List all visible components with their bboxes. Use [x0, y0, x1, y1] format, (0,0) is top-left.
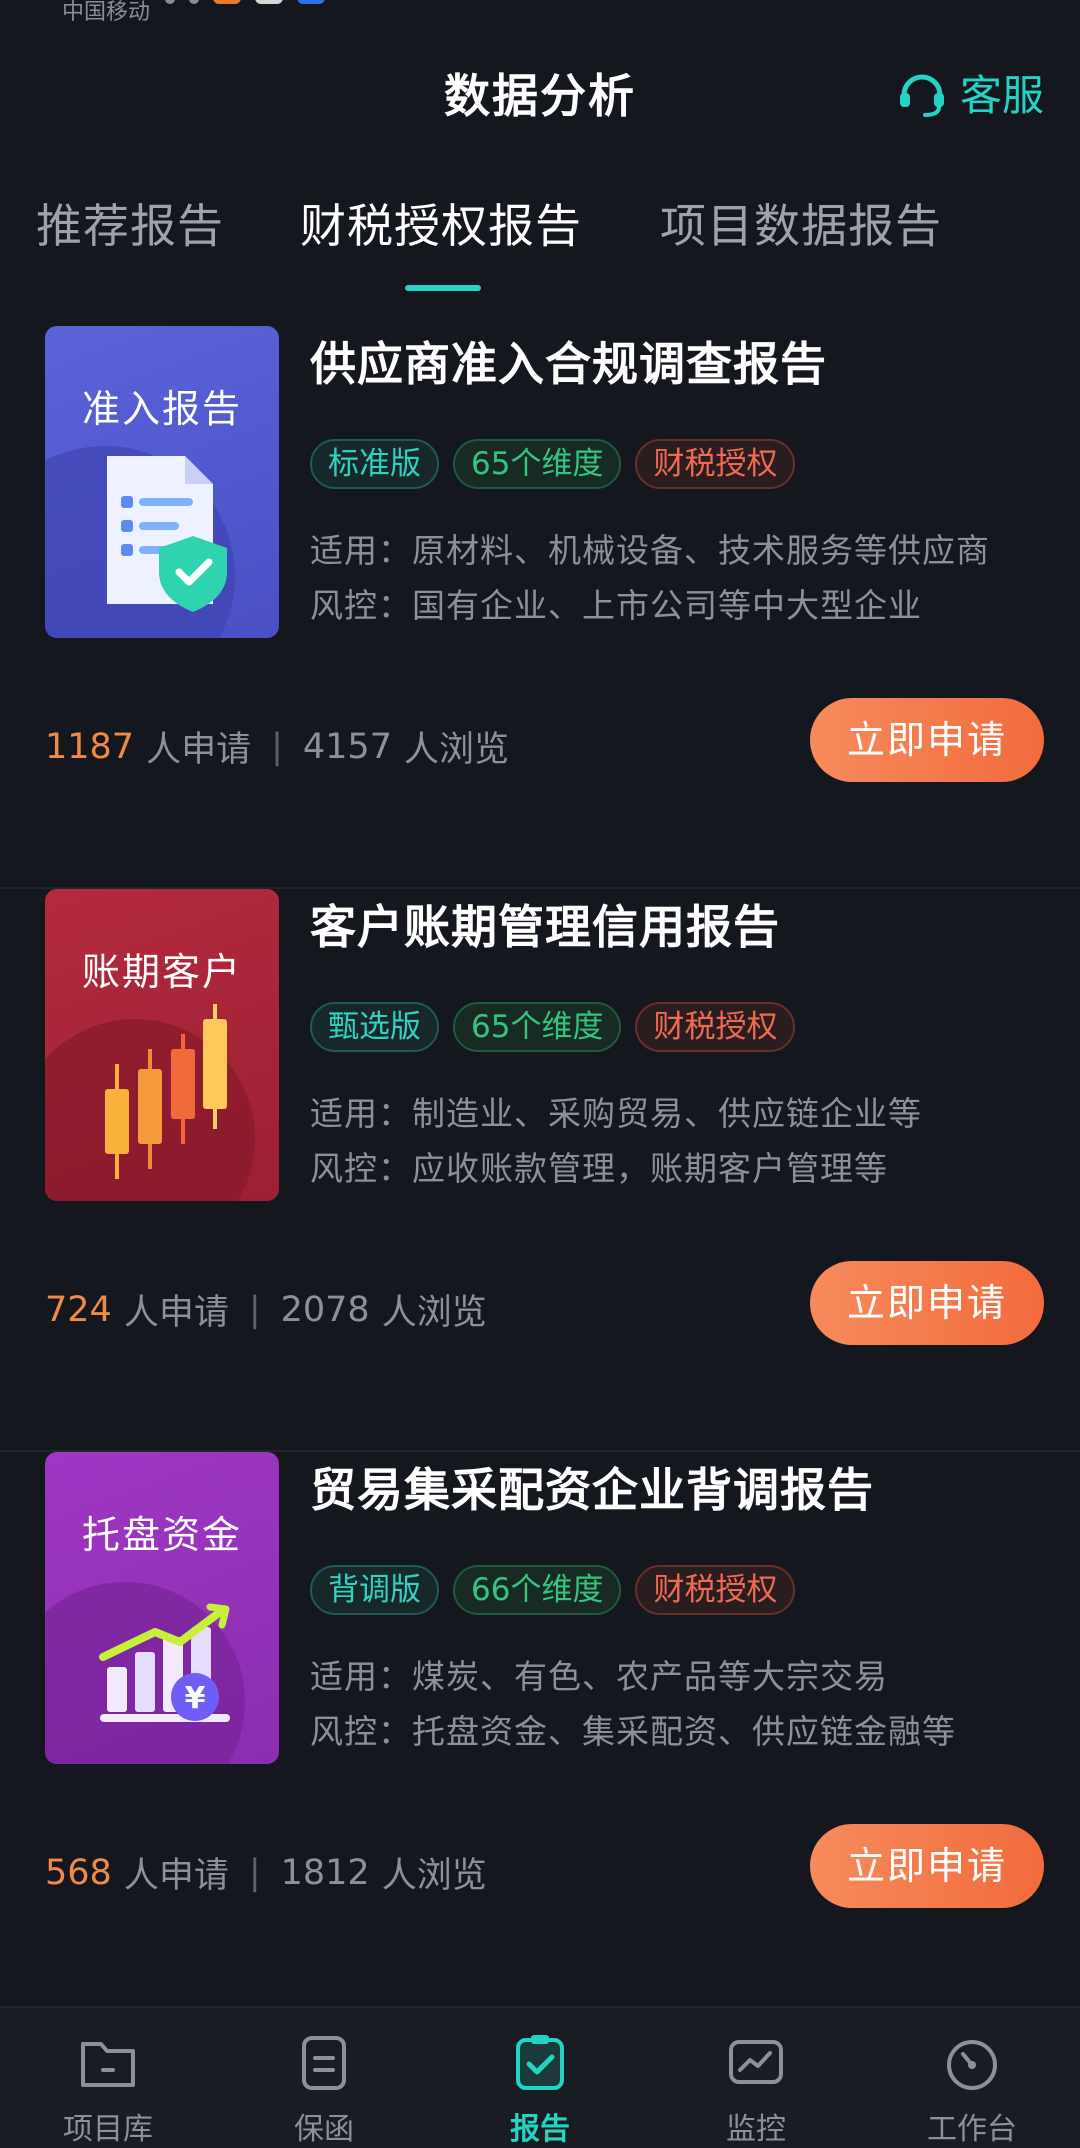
trend-chart-icon [729, 2040, 783, 2084]
view-count: 2078 [280, 1289, 370, 1330]
headset-icon [899, 74, 944, 117]
applicant-count: 1187 [45, 726, 135, 767]
bottom-navigation: 项目库 保函 报告 监控 工作台 [0, 2006, 1080, 2148]
document-icon [302, 2036, 346, 2090]
report-title: 客户账期管理信用报告 [310, 900, 780, 954]
stats-separator: | [248, 1852, 261, 1893]
report-card[interactable]: ¥ 托盘资金 贸易集采配资企业背调报告 背调版 66个维度 财税授权 适用：煤炭… [0, 1452, 1080, 2015]
apply-now-button[interactable]: 立即申请 [810, 698, 1044, 782]
report-thumbnail: 准入报告 [45, 326, 279, 638]
document-shield-icon [45, 446, 235, 638]
authorization-tag: 财税授权 [635, 439, 796, 489]
status-icons [165, 0, 325, 4]
tab-tax-authorization[interactable]: 财税授权报告 [300, 190, 582, 256]
report-tags: 背调版 66个维度 财税授权 [310, 1565, 796, 1615]
applicant-suffix: 人申请 [146, 730, 252, 770]
svg-text:¥: ¥ [185, 1681, 206, 1716]
stats-separator: | [248, 1289, 261, 1330]
edition-tag: 背调版 [310, 1565, 439, 1615]
apply-now-button[interactable]: 立即申请 [810, 1824, 1044, 1908]
report-tags: 标准版 65个维度 财税授权 [310, 439, 796, 489]
report-card[interactable]: 准入报告 供应商准入合规调查报告 标准版 65个维度 财税授权 适用：原材料、机… [0, 326, 1080, 889]
authorization-tag: 财税授权 [635, 1002, 796, 1052]
applicant-count: 724 [45, 1289, 112, 1330]
tab-project-data[interactable]: 项目数据报告 [660, 190, 942, 256]
report-risk: 风控：应收账款管理，账期客户管理等 [310, 1149, 888, 1188]
thumbnail-label: 账期客户 [81, 950, 242, 994]
nav-label: 监控 [726, 2112, 786, 2147]
applicant-suffix: 人申请 [123, 1856, 229, 1896]
thumbnail-label: 准入报告 [81, 387, 242, 431]
authorization-tag: 财税授权 [635, 1565, 796, 1615]
report-title: 供应商准入合规调查报告 [310, 337, 827, 391]
applicant-suffix: 人申请 [123, 1293, 229, 1333]
folder-icon [81, 2042, 135, 2087]
status-bar: 中国移动 [0, 0, 1080, 25]
dimensions-tag: 65个维度 [453, 1002, 622, 1052]
report-risk: 风控：国有企业、上市公司等中大型企业 [310, 586, 922, 625]
thumbnail-label: 托盘资金 [81, 1513, 242, 1557]
report-tabs: 推荐报告 财税授权报告 项目数据报告 [0, 190, 1080, 300]
nav-item-monitoring[interactable]: 监控 [676, 2030, 836, 2148]
report-stats: 724 人申请 | 2078 人浏览 [45, 1284, 487, 1335]
report-thumbnail: ¥ 托盘资金 [45, 1452, 279, 1764]
nav-item-workbench[interactable]: 工作台 [892, 2030, 1052, 2148]
nav-label: 项目库 [63, 2112, 153, 2147]
edition-tag: 甄选版 [310, 1002, 439, 1052]
header: 数据分析 客服 [0, 50, 1080, 130]
report-thumbnail: 账期客户 [45, 889, 279, 1201]
view-count: 1812 [280, 1852, 370, 1893]
dashboard-gauge-icon [947, 2040, 997, 2090]
nav-label: 报告 [510, 2112, 570, 2147]
nav-label: 保函 [294, 2112, 354, 2147]
report-usage: 适用：制造业、采购贸易、供应链企业等 [310, 1094, 922, 1133]
dimensions-tag: 65个维度 [453, 439, 622, 489]
nav-item-guarantee[interactable]: 保函 [244, 2030, 404, 2148]
report-usage: 适用：原材料、机械设备、技术服务等供应商 [310, 531, 990, 570]
stats-separator: | [271, 726, 283, 767]
report-title: 贸易集采配资企业背调报告 [310, 1463, 874, 1517]
applicant-count: 568 [45, 1852, 112, 1893]
report-stats: 1187 人申请 | 4157 人浏览 [45, 721, 509, 772]
report-risk: 风控：托盘资金、集采配资、供应链金融等 [310, 1712, 956, 1751]
view-suffix: 人浏览 [403, 730, 509, 770]
carrier-label: 中国移动 [62, 0, 151, 25]
report-tags: 甄选版 65个维度 财税授权 [310, 1002, 796, 1052]
report-card[interactable]: 账期客户 客户账期管理信用报告 甄选版 65个维度 财税授权 适用：制造业、采购… [0, 889, 1080, 1452]
view-suffix: 人浏览 [381, 1856, 487, 1896]
edition-tag: 标准版 [310, 439, 439, 489]
view-count: 4157 [302, 726, 392, 767]
report-usage: 适用：煤炭、有色、农产品等大宗交易 [310, 1657, 888, 1696]
nav-item-project-library[interactable]: 项目库 [28, 2030, 188, 2148]
view-suffix: 人浏览 [381, 1293, 487, 1333]
growth-chart-coin-icon: ¥ [45, 1582, 245, 1764]
nav-item-reports[interactable]: 报告 [460, 2030, 620, 2148]
dimensions-tag: 66个维度 [453, 1565, 622, 1615]
apply-now-button[interactable]: 立即申请 [810, 1261, 1044, 1345]
candlestick-chart-icon [45, 1004, 255, 1201]
customer-service-label: 客服 [959, 71, 1044, 120]
report-check-icon [516, 2035, 564, 2090]
customer-service-button[interactable]: 客服 [894, 62, 1044, 123]
report-stats: 568 人申请 | 1812 人浏览 [45, 1847, 487, 1898]
tab-recommended[interactable]: 推荐报告 [36, 190, 224, 256]
nav-label: 工作台 [927, 2112, 1017, 2147]
active-tab-indicator [405, 285, 481, 291]
